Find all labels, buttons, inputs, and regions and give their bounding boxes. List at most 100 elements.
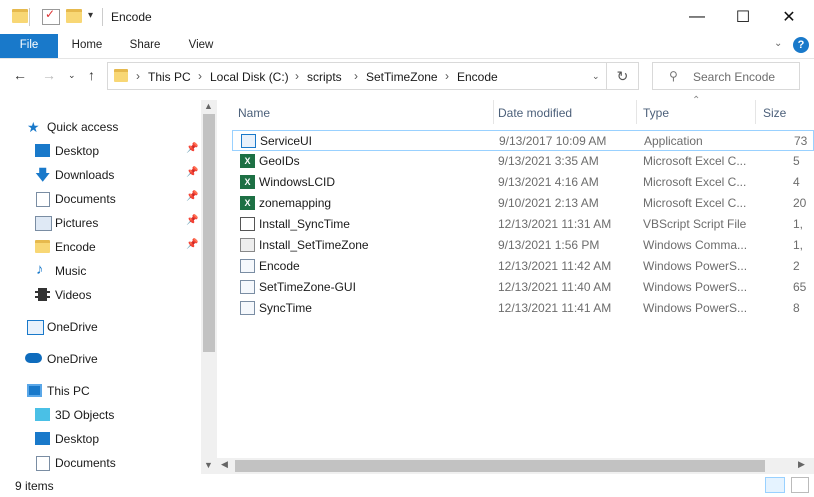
nav-documents[interactable]: Documents 📌 (0, 188, 200, 210)
nav-music[interactable]: ♪ Music (0, 260, 200, 282)
nav-label: OneDrive (47, 352, 98, 366)
file-row[interactable]: Install_SetTimeZone 9/13/2021 1:56 PM Wi… (232, 235, 814, 256)
breadcrumb-scripts[interactable]: scripts (307, 70, 342, 84)
search-placeholder: Search Encode (693, 70, 776, 84)
powershell-icon (240, 280, 255, 294)
file-name: Encode (259, 259, 300, 273)
breadcrumb-local-disk[interactable]: Local Disk (C:) (210, 70, 289, 84)
file-row[interactable]: X GeoIDs 9/13/2021 3:35 AM Microsoft Exc… (232, 151, 814, 172)
breadcrumb-encode[interactable]: Encode (457, 70, 498, 84)
breadcrumb-this-pc[interactable]: This PC (148, 70, 191, 84)
onedrive-icon (27, 320, 44, 335)
nav-downloads[interactable]: 🡇 Downloads 📌 (0, 164, 200, 186)
column-divider[interactable] (493, 100, 494, 124)
breadcrumb-separator-icon: › (354, 69, 358, 83)
scroll-up-icon[interactable]: ▲ (204, 101, 213, 111)
nav-videos[interactable]: Videos (0, 284, 200, 306)
file-type: VBScript Script File (643, 217, 747, 231)
file-size: 1, (793, 238, 804, 252)
properties-icon[interactable]: ✓ (42, 7, 60, 25)
column-divider[interactable] (755, 100, 756, 124)
file-row[interactable]: Install_SyncTime 12/13/2021 11:31 AM VBS… (232, 214, 814, 235)
close-button[interactable]: ✕ (766, 0, 812, 34)
scroll-right-icon[interactable]: ▶ (798, 459, 805, 470)
file-row[interactable]: ServiceUI 9/13/2017 10:09 AM Application… (232, 130, 814, 151)
column-type[interactable]: Type (643, 106, 669, 120)
forward-arrow-icon[interactable]: → (42, 67, 56, 83)
recent-locations-icon[interactable]: ⌄ (68, 70, 76, 81)
column-size[interactable]: Size (763, 106, 786, 120)
address-dropdown-icon[interactable]: ⌄ (592, 71, 600, 82)
expand-ribbon-icon[interactable]: ⌄ (774, 38, 782, 49)
nav-pictures[interactable]: Pictures 📌 (0, 212, 200, 234)
up-arrow-icon[interactable]: ↑ (88, 67, 95, 83)
address-bar[interactable]: › This PC › Local Disk (C:) › scripts › … (107, 62, 607, 90)
large-icons-view-icon[interactable] (791, 477, 809, 493)
horizontal-scroll-thumb[interactable] (235, 460, 765, 472)
file-name: zonemapping (259, 196, 332, 210)
nav-this-pc[interactable]: This PC (0, 380, 200, 402)
file-type: Windows PowerS... (643, 280, 748, 294)
tab-file[interactable]: File (0, 34, 58, 58)
file-size: 73 (794, 134, 808, 148)
file-type: Windows PowerS... (643, 301, 748, 315)
nav-label: Downloads (55, 168, 115, 182)
file-type: Microsoft Excel C... (643, 154, 747, 168)
nav-3d-objects[interactable]: 3D Objects (0, 404, 200, 426)
column-name[interactable]: Name (238, 106, 270, 120)
file-type: Windows PowerS... (643, 259, 748, 273)
ribbon-tabs: File Home Share View ⌄ ? (0, 34, 814, 59)
divider (29, 8, 30, 26)
nav-encode[interactable]: Encode 📌 (0, 236, 200, 258)
desktop-icon (35, 432, 50, 445)
nav-label: Documents (55, 456, 116, 470)
tab-view[interactable]: View (180, 34, 222, 58)
file-date: 9/13/2021 1:56 PM (498, 238, 600, 252)
help-icon[interactable]: ? (793, 37, 809, 53)
tab-share[interactable]: Share (122, 34, 168, 58)
nav-scroll-thumb[interactable] (203, 114, 215, 352)
file-name: WindowsLCID (259, 175, 336, 189)
file-name: Install_SyncTime (259, 217, 350, 231)
nav-quick-access[interactable]: ★ Quick access (0, 116, 200, 138)
nav-label: Music (55, 264, 87, 278)
file-size: 5 (793, 154, 800, 168)
back-arrow-icon[interactable]: ← (13, 67, 27, 83)
file-date: 12/13/2021 11:31 AM (498, 217, 612, 231)
file-row[interactable]: X zonemapping 9/10/2021 2:13 AM Microsof… (232, 193, 814, 214)
scroll-left-icon[interactable]: ◀ (221, 459, 228, 470)
column-divider[interactable] (636, 100, 637, 124)
documents-icon (36, 456, 50, 471)
new-folder-icon[interactable] (66, 9, 82, 23)
tab-home[interactable]: Home (63, 34, 111, 58)
nav-desktop[interactable]: Desktop 📌 (0, 140, 200, 162)
file-row[interactable]: SyncTime 12/13/2021 11:41 AM Windows Pow… (232, 298, 814, 319)
star-icon: ★ (27, 119, 40, 135)
nav-onedrive-1[interactable]: OneDrive (0, 316, 200, 338)
nav-pc-documents[interactable]: Documents (0, 452, 200, 474)
excel-icon: X (240, 175, 255, 189)
file-row[interactable]: SetTimeZone-GUI 12/13/2021 11:40 AM Wind… (232, 277, 814, 298)
nav-pc-desktop[interactable]: Desktop (0, 428, 200, 450)
breadcrumb-settimezone[interactable]: SetTimeZone (366, 70, 438, 84)
breadcrumb-separator-icon: › (295, 69, 299, 83)
file-row[interactable]: Encode 12/13/2021 11:42 AM Windows Power… (232, 256, 814, 277)
excel-icon: X (240, 154, 255, 168)
search-icon: ⚲ (669, 69, 678, 83)
file-size: 65 (793, 280, 807, 294)
nav-onedrive-2[interactable]: OneDrive (0, 348, 200, 370)
refresh-button[interactable]: ↻ (607, 62, 639, 90)
minimize-button[interactable]: — (674, 0, 720, 34)
file-row[interactable]: X WindowsLCID 9/13/2021 4:16 AM Microsof… (232, 172, 814, 193)
scroll-down-icon[interactable]: ▼ (204, 460, 213, 470)
nav-label: 3D Objects (55, 408, 115, 422)
maximize-button[interactable]: ☐ (720, 0, 766, 34)
file-size: 4 (793, 175, 800, 189)
pin-icon: 📌 (186, 167, 199, 178)
file-type: Windows Comma... (643, 238, 748, 252)
file-date: 12/13/2021 11:42 AM (498, 259, 612, 273)
window-title: Encode (111, 10, 152, 24)
column-date[interactable]: Date modified (498, 106, 572, 120)
search-input[interactable]: ⚲ Search Encode (652, 62, 800, 90)
details-view-icon[interactable] (765, 477, 785, 493)
